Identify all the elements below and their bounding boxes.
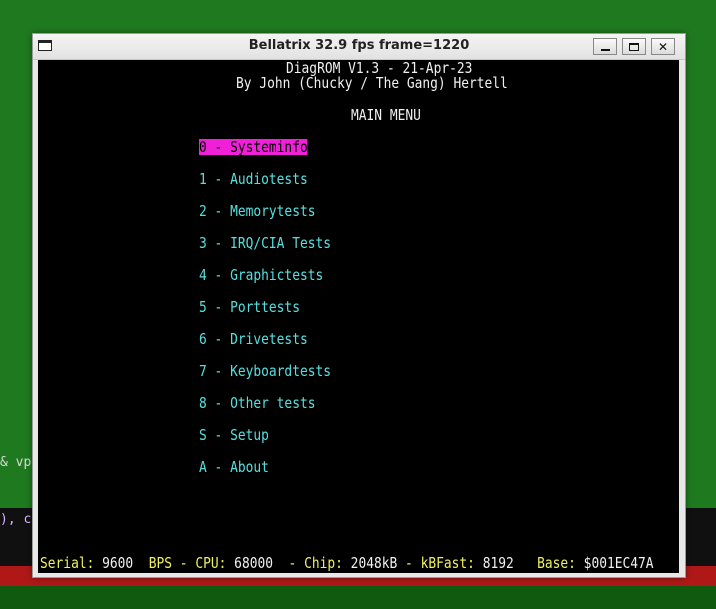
maximize-button[interactable] bbox=[622, 38, 646, 55]
menu-item-drivetests[interactable]: 6 - Drivetests bbox=[199, 331, 308, 347]
menu-title: MAIN MENU bbox=[351, 106, 421, 124]
window-title: Bellatrix 32.9 fps frame=1220 bbox=[248, 38, 470, 53]
menu-item-irq-cia-tests[interactable]: 3 - IRQ/CIA Tests bbox=[199, 235, 331, 251]
menu-item-systeminfo[interactable]: 0 - Systeminfo bbox=[199, 139, 308, 155]
serial-label: Serial: bbox=[40, 554, 95, 572]
chip-value: 2048kB bbox=[342, 554, 398, 572]
menu-item-graphictests[interactable]: 4 - Graphictests bbox=[199, 267, 323, 283]
minimize-icon bbox=[600, 48, 610, 51]
header-author: By John (Chucky / The Gang) Hertell bbox=[236, 74, 508, 92]
menu-item-audiotests[interactable]: 1 - Audiotests bbox=[199, 171, 308, 187]
menu-item-about[interactable]: A - About bbox=[199, 459, 269, 475]
desktop-bottom-bar bbox=[0, 586, 716, 609]
close-icon: ✕ bbox=[657, 39, 669, 54]
menu-item-memorytests[interactable]: 2 - Memorytests bbox=[199, 203, 316, 219]
base-label: Base: bbox=[513, 554, 576, 572]
bps-cpu-label: BPS - CPU: bbox=[133, 554, 227, 572]
chip-label: - Chip: bbox=[273, 554, 343, 572]
menu-item-setup[interactable]: S - Setup bbox=[199, 427, 269, 443]
emulator-window[interactable]: Bellatrix 32.9 fps frame=1220 ✕ DiagROM … bbox=[32, 33, 686, 578]
serial-value: 9600 bbox=[94, 554, 134, 572]
status-bar: Serial: 9600 BPS - CPU: 68000 - Chip: 20… bbox=[40, 555, 654, 571]
maximize-icon bbox=[629, 42, 639, 51]
menu-item-other-tests[interactable]: 8 - Other tests bbox=[199, 395, 316, 411]
menu-item-porttests[interactable]: 5 - Porttests bbox=[199, 299, 300, 315]
cpu-value: 68000 bbox=[226, 554, 274, 572]
minimize-button[interactable] bbox=[593, 38, 617, 55]
kbfast-value: 8192 bbox=[474, 554, 514, 572]
emulator-screen[interactable]: DiagROM V1.3 - 21-Apr-23 By John (Chucky… bbox=[38, 60, 679, 573]
kbfast-label: - kBFast: bbox=[397, 554, 475, 572]
base-value: $001EC47A bbox=[575, 554, 654, 572]
menu-item-keyboardtests[interactable]: 7 - Keyboardtests bbox=[199, 363, 331, 379]
desktop-terminal-text: & vp bbox=[0, 455, 32, 470]
close-button[interactable]: ✕ bbox=[651, 38, 675, 55]
window-titlebar[interactable]: Bellatrix 32.9 fps frame=1220 ✕ bbox=[33, 34, 685, 60]
